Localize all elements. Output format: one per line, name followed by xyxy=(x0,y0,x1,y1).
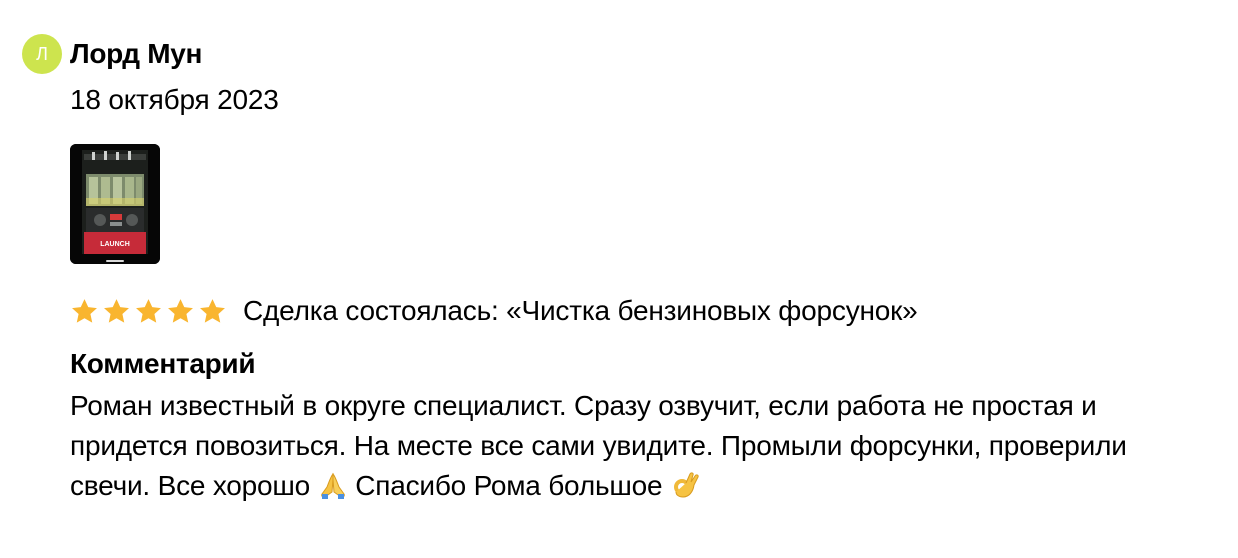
author-name[interactable]: Лорд Мун xyxy=(70,38,202,70)
photo-image: LAUNCH xyxy=(70,144,160,264)
avatar-initial: Л xyxy=(36,43,48,64)
star-icon xyxy=(136,298,161,323)
star-icon xyxy=(200,298,225,323)
review-photo-thumbnail[interactable]: LAUNCH xyxy=(70,144,160,264)
review-card: Л Лорд Мун 18 октября 2023 LAUNCH Сделка… xyxy=(22,34,1222,506)
comment-heading: Комментарий xyxy=(70,348,256,379)
ok-hand-emoji xyxy=(670,470,700,500)
rating-row: Сделка состоялась: «Чистка бензиновых фо… xyxy=(70,294,1222,328)
star-rating xyxy=(70,297,227,326)
star-icon xyxy=(168,298,193,323)
star-icon xyxy=(104,298,129,323)
author-row: Л Лорд Мун xyxy=(22,34,1222,74)
star-icon xyxy=(72,298,97,323)
folded-hands-emoji xyxy=(318,470,348,500)
comment-text: Роман известный в округе специалист. Сра… xyxy=(70,386,1180,506)
avatar[interactable]: Л xyxy=(22,34,62,74)
deal-text: Сделка состоялась: «Чистка бензиновых фо… xyxy=(243,295,918,326)
review-date: 18 октября 2023 xyxy=(70,84,279,115)
comment-text-part2: Спасибо Рома большое xyxy=(347,470,670,501)
photo-brand-label: LAUNCH xyxy=(100,241,130,248)
